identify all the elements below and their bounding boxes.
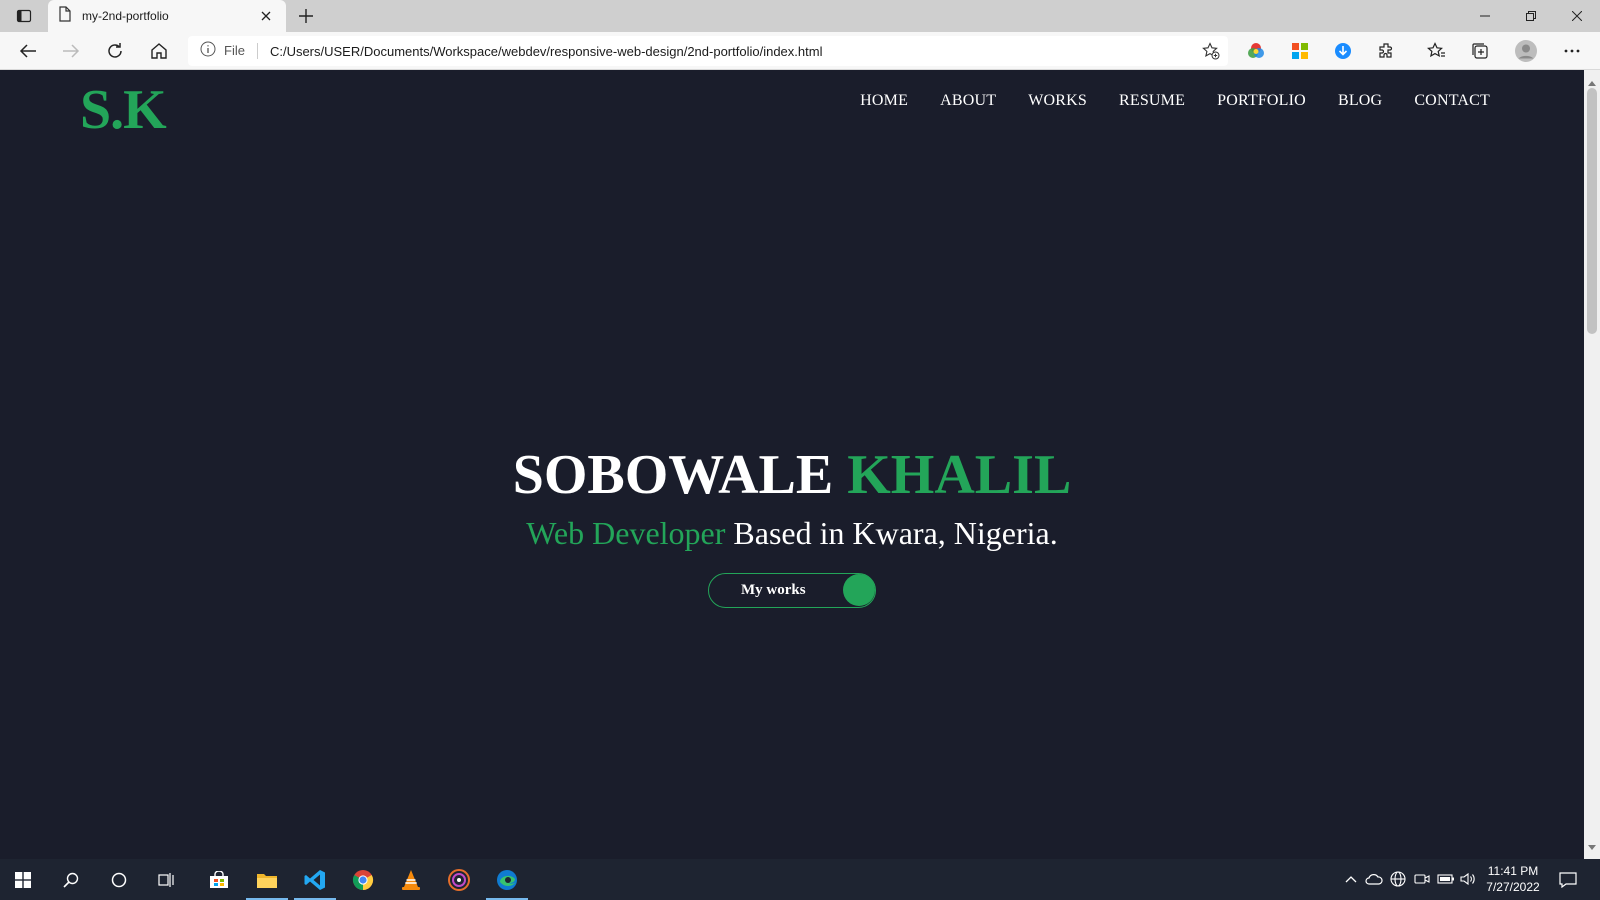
battery-icon[interactable] (1436, 869, 1456, 889)
nav-link-portfolio[interactable]: PORTFOLIO (1217, 92, 1306, 110)
hero-first-name: SOBOWALE (512, 444, 834, 506)
search-icon[interactable] (48, 859, 94, 900)
back-icon[interactable] (12, 35, 44, 67)
close-window-icon[interactable] (1554, 0, 1600, 32)
address-scheme-label: File (224, 43, 258, 59)
nav-link-home[interactable]: HOME (860, 92, 908, 110)
clock-time: 11:41 PM (1487, 864, 1539, 878)
collections-icon[interactable] (1464, 35, 1496, 67)
refresh-icon[interactable] (99, 35, 131, 67)
meet-now-icon[interactable] (1412, 869, 1432, 889)
file-explorer-icon[interactable] (244, 859, 290, 900)
vlc-icon[interactable] (388, 859, 434, 900)
nav-link-about[interactable]: ABOUT (940, 92, 996, 110)
minimize-icon[interactable] (1462, 0, 1508, 32)
address-bar[interactable]: File C:/Users/USER/Documents/Workspace/w… (188, 36, 1228, 66)
new-tab-icon[interactable] (294, 4, 318, 28)
volume-icon[interactable] (1458, 869, 1478, 889)
nav-link-contact[interactable]: CONTACT (1414, 92, 1490, 110)
tab-actions-icon[interactable] (8, 4, 40, 28)
nav-link-resume[interactable]: RESUME (1119, 92, 1185, 110)
my-works-label: My works (741, 582, 806, 598)
edge-icon[interactable] (484, 859, 530, 900)
browser-toolbar: File C:/Users/USER/Documents/Workspace/w… (0, 32, 1600, 70)
network-globe-icon[interactable] (1388, 869, 1408, 889)
address-url[interactable]: C:/Users/USER/Documents/Workspace/webdev… (270, 44, 823, 59)
nav-link-works[interactable]: WORKS (1028, 92, 1087, 110)
restore-icon[interactable] (1508, 0, 1554, 32)
tab-strip: my-2nd-portfolio (0, 0, 1600, 32)
nav-link-blog[interactable]: BLOG (1338, 92, 1382, 110)
portfolio-page: S.K HOME ABOUT WORKS RESUME PORTFOLIO BL… (0, 70, 1584, 859)
close-tab-icon[interactable] (256, 6, 276, 26)
chrome-icon[interactable] (340, 859, 386, 900)
hero-subtitle: Web Developer Based in Kwara, Nigeria. (0, 515, 1584, 552)
favorites-icon[interactable] (1420, 35, 1452, 67)
show-hidden-icons-icon[interactable] (1341, 869, 1361, 889)
page-icon (58, 5, 72, 27)
page-scrollbar[interactable] (1584, 70, 1600, 859)
notifications-icon[interactable] (1556, 868, 1580, 892)
home-icon[interactable] (143, 35, 175, 67)
hero-name: SOBOWALE KHALIL (0, 443, 1584, 507)
tab-title: my-2nd-portfolio (82, 9, 169, 23)
vscode-icon[interactable] (292, 859, 338, 900)
forward-icon[interactable] (55, 35, 87, 67)
scroll-down-icon[interactable] (1588, 838, 1596, 856)
download-extension-icon[interactable] (1327, 35, 1359, 67)
taskbar-clock[interactable]: 11:41 PM 7/27/2022 (1476, 863, 1550, 895)
browser-tab[interactable]: my-2nd-portfolio (48, 0, 286, 32)
main-nav: HOME ABOUT WORKS RESUME PORTFOLIO BLOG C… (860, 92, 1490, 110)
cortana-icon[interactable] (96, 859, 142, 900)
profile-avatar-icon[interactable] (1510, 35, 1542, 67)
grid-extension-icon[interactable] (1284, 35, 1316, 67)
extensions-icon[interactable] (1371, 35, 1403, 67)
color-picker-extension-icon[interactable] (1240, 35, 1272, 67)
hero-location: Based in Kwara, Nigeria. (733, 515, 1058, 551)
add-favorite-icon[interactable] (1202, 42, 1220, 60)
windows-taskbar: 11:41 PM 7/27/2022 (0, 859, 1600, 900)
hero-last-name: KHALIL (847, 444, 1072, 506)
hero-role: Web Developer (526, 515, 726, 551)
toggle-knob-icon (843, 574, 875, 606)
store-icon[interactable] (196, 859, 242, 900)
onedrive-icon[interactable] (1364, 869, 1384, 889)
info-icon[interactable] (200, 41, 216, 62)
my-works-button[interactable]: My works (708, 573, 876, 608)
clock-date: 7/27/2022 (1486, 880, 1540, 894)
media-player-icon[interactable] (436, 859, 482, 900)
task-view-icon[interactable] (144, 859, 190, 900)
more-options-icon[interactable] (1556, 35, 1588, 67)
site-logo[interactable]: S.K (80, 78, 167, 142)
windows-start-icon[interactable] (0, 859, 46, 900)
scroll-thumb[interactable] (1587, 88, 1597, 334)
